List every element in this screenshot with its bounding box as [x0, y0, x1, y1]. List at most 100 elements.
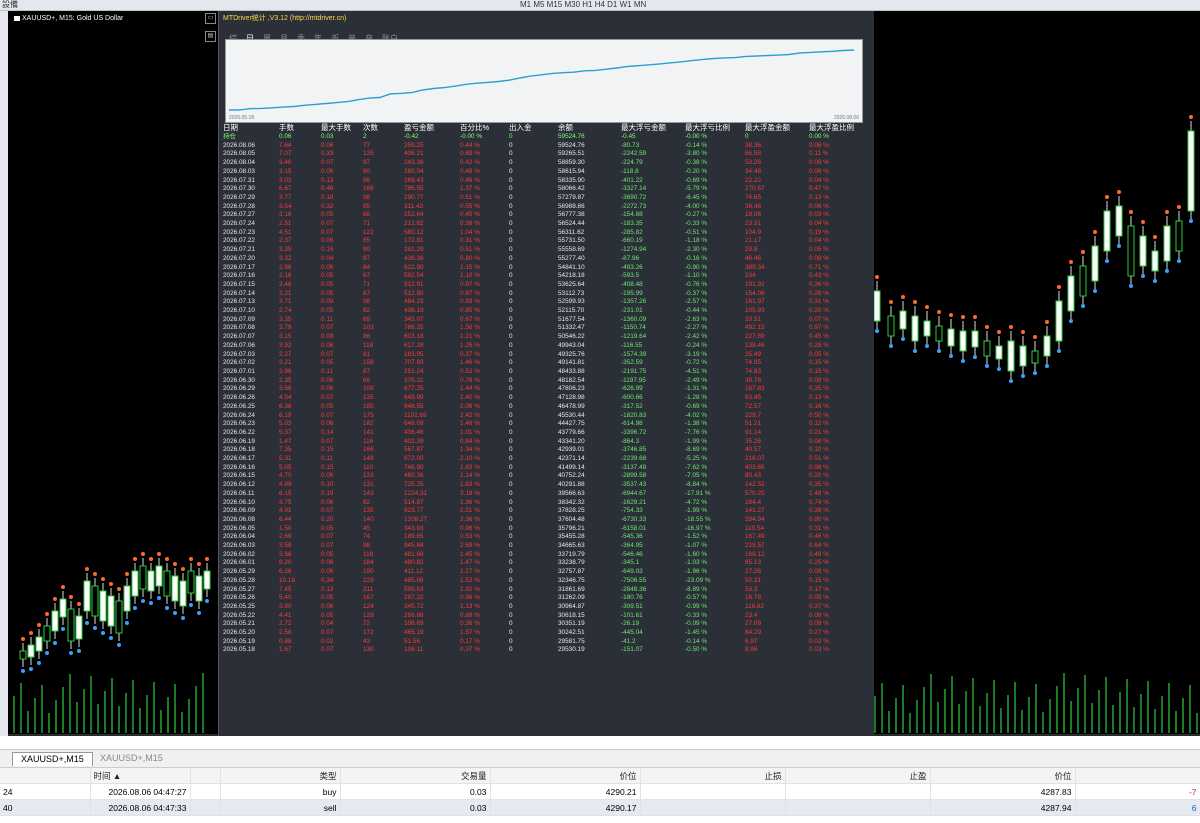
cell-6: 0	[509, 515, 513, 523]
trade-marker	[157, 552, 161, 556]
orders-header-7[interactable]: 止盈	[785, 768, 931, 784]
trade-marker	[949, 313, 953, 317]
order-cell-5: 4290.21	[490, 783, 641, 800]
cell-9: -0.44 %	[685, 307, 708, 315]
cell-3: 110	[363, 463, 374, 471]
cell-7: 52599.93	[558, 298, 585, 306]
orders-header-0[interactable]	[0, 768, 91, 784]
cell-8: -0.45	[621, 133, 636, 140]
trade-marker	[1141, 220, 1145, 224]
order-cell-5: 4290.17	[490, 799, 641, 816]
trade-marker	[1069, 260, 1073, 264]
table-row: 2026.07.22 2.37 0.06 65 172.81 0.31 % 0 55731.5…	[222, 237, 872, 246]
candle	[1175, 220, 1183, 252]
table-row: 2026.07.13 3.71 0.09 98 484.23 0.93 % 0 52599.9…	[222, 298, 872, 307]
cell-2: 0.02	[321, 637, 334, 645]
cell-6: 0	[509, 594, 513, 602]
cell-9: -0.99 %	[685, 602, 708, 610]
cell-9: -0.57 %	[685, 594, 708, 602]
trade-marker	[997, 330, 1001, 334]
cell-10: 25.49	[745, 350, 761, 358]
cell-5: 1.47 %	[460, 559, 480, 567]
cell-1: 3.77	[279, 193, 292, 201]
candle	[123, 585, 131, 612]
toolbar-left-label[interactable]: 設備	[2, 0, 18, 9]
order-row[interactable]: 24 2026.08.06 04:47:27 buy 0.03 4290.21 4287.…	[0, 783, 1200, 800]
trade-marker	[1045, 364, 1049, 368]
candle	[203, 570, 211, 590]
cell-1: 2.18	[279, 272, 292, 280]
cell-7: 41499.14	[558, 463, 585, 471]
orders-header-2[interactable]	[190, 768, 221, 784]
cell-3: 97	[363, 159, 371, 167]
table-row: 2026.07.29 3.77 0.18 98 290.77 0.51 % 0 57279.8…	[222, 194, 872, 203]
orders-header-1[interactable]: 时间 ▲	[90, 768, 191, 784]
orders-header-4[interactable]: 交易量	[340, 768, 491, 784]
cell-0: 2026.06.23	[223, 420, 255, 428]
cell-10: 91.14	[745, 428, 761, 436]
cell-8: -231.01	[621, 307, 643, 315]
cell-7: 53112.73	[558, 289, 585, 297]
timeframe-buttons[interactable]: M1 M5 M15 M30 H1 H4 D1 W1 MN	[520, 0, 646, 9]
trade-marker	[985, 364, 989, 368]
cell-4: 311.42	[404, 202, 424, 210]
cell-5: 0.44 %	[460, 141, 480, 149]
cell-7: 37828.25	[558, 507, 585, 515]
tab-xauusd-m15-active[interactable]: XAUUSD+,M15	[12, 752, 93, 766]
candle	[67, 608, 75, 642]
cell-9: -0.72 %	[685, 359, 708, 367]
cell-9: -0.09 %	[685, 620, 708, 628]
cell-2: 0.07	[321, 159, 334, 167]
trade-marker	[973, 355, 977, 359]
orders-header-9[interactable]	[1075, 768, 1200, 784]
cell-10: 110.54	[745, 524, 765, 532]
cell-11: 0.15 %	[809, 576, 829, 584]
cell-6: 0	[509, 341, 513, 349]
cell-8: -317.52	[621, 402, 643, 410]
cell-11: 0.45 %	[809, 333, 829, 341]
cell-8: -285.82	[621, 228, 643, 236]
cell-2: 0.07	[321, 228, 334, 236]
trade-marker	[181, 567, 185, 571]
cell-7: 31861.69	[558, 585, 585, 593]
orders-header-6[interactable]: 止损	[640, 768, 786, 784]
cell-7: 32346.75	[558, 576, 585, 584]
panel-icon[interactable]: ▤	[205, 31, 216, 42]
candle	[171, 575, 179, 602]
cell-3: 61	[363, 350, 371, 358]
cell-1: 7.07	[279, 150, 292, 158]
trade-marker	[1081, 250, 1085, 254]
cell-3: 185	[363, 402, 374, 410]
trade-marker	[973, 315, 977, 319]
table-row: 2026.07.06 3.92 0.06 118 617.28 1.25 % 0 49943.…	[222, 342, 872, 351]
price-chart[interactable]: XAUUSD+, M15: Gold US Dollar ▭ ▤ 4 Aug 2…	[8, 11, 1200, 736]
cell-3: 140	[363, 515, 374, 523]
orders-header-3[interactable]: 类型	[220, 768, 341, 784]
trade-marker	[1165, 210, 1169, 214]
cell-7: 43779.66	[558, 428, 585, 436]
tab-xauusd-m15[interactable]: XAUUSD+,M15	[92, 752, 171, 765]
cell-11: 0.13 %	[809, 394, 829, 402]
orders-header-8[interactable]: 价位	[930, 768, 1076, 784]
order-row[interactable]: 40 2026.08.06 04:47:33 sell 0.03 4290.17 4287…	[0, 799, 1200, 816]
cell-0: 2026.08.04	[223, 159, 255, 167]
cell-7: 33238.79	[558, 559, 585, 567]
table-row: 2026.07.20 3.32 0.04 87 436.36 0.80 % 0 55277.4…	[222, 255, 872, 264]
table-row: 2026.06.10 3.75 0.06 82 514.87 1.36 % 0 38342.3…	[222, 499, 872, 508]
cell-4: 707.93	[404, 359, 424, 367]
table-row: 2026.06.24 6.19 0.07 175 1102.69 2.42 % 0 45530…	[222, 412, 872, 421]
orders-header-5[interactable]: 价位	[490, 768, 641, 784]
cell-6: 0	[509, 498, 513, 506]
trade-marker	[21, 669, 25, 673]
cell-6: 0	[509, 481, 513, 489]
trade-marker	[109, 636, 113, 640]
table-row: 2026.06.03 3.58 0.07 98 945.84 2.69 % 0 34665.6…	[222, 542, 872, 551]
cell-1: 3.54	[279, 202, 292, 210]
trade-marker	[173, 611, 177, 615]
cell-7: 55277.40	[558, 254, 585, 262]
cell-5: 0.78 %	[460, 376, 480, 384]
trade-marker	[1117, 190, 1121, 194]
trade-marker	[69, 595, 73, 599]
window-icon[interactable]: ▭	[205, 13, 216, 24]
cell-5: 0.46 %	[460, 176, 480, 184]
